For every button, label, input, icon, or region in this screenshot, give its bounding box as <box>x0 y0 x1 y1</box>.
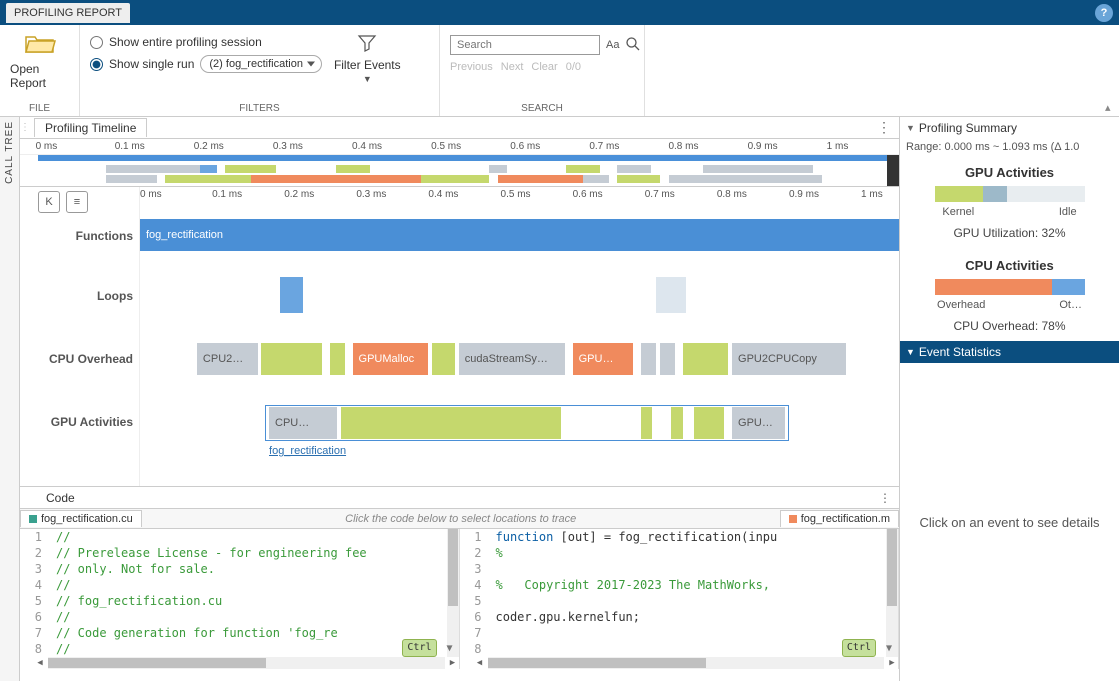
hscrollbar[interactable]: ◀▶ <box>488 657 885 669</box>
code-pane-cu[interactable]: 12345678 // // Prerelease License - for … <box>20 529 460 669</box>
filter-events-button[interactable]: Filter Events ▼ <box>334 33 401 84</box>
folder-open-icon <box>24 31 56 58</box>
chevron-down-icon: ▼ <box>363 74 372 84</box>
ctrl-hint: Ctrl <box>402 639 436 657</box>
search-section-label: SEARCH <box>450 99 634 116</box>
cpu-overhead-block[interactable] <box>683 343 729 375</box>
cpu-activities-bar <box>935 279 1085 295</box>
cpu-overhead-block[interactable] <box>660 343 675 375</box>
show-session-radio[interactable]: Show entire profiling session <box>90 35 322 49</box>
tab-file-cu[interactable]: fog_rectification.cu <box>20 510 142 527</box>
row-label-cpu-overhead: CPU Overhead <box>49 352 133 366</box>
gpu-activity-block[interactable] <box>671 407 682 439</box>
drag-handle-icon[interactable]: ⋮⋮ <box>20 122 30 133</box>
open-report-label: Open Report <box>10 62 69 90</box>
cpu-overhead-block[interactable]: CPU2… <box>197 343 258 375</box>
cpu-overhead-metric: CPU Overhead: 78% <box>900 319 1119 333</box>
cpu-overhead-block[interactable]: cudaStreamSy… <box>459 343 565 375</box>
code-panel-title: Code <box>20 491 85 505</box>
row-label-functions: Functions <box>76 229 133 243</box>
run-select[interactable]: (2) fog_rectification <box>200 55 322 73</box>
cpu-overhead-block[interactable] <box>641 343 656 375</box>
search-counter: 0/0 <box>566 61 581 73</box>
chevron-down-icon: ▼ <box>906 347 915 357</box>
code-more-icon[interactable]: ⋮ <box>871 491 899 505</box>
loop-block[interactable] <box>674 277 686 313</box>
event-details-placeholder: Click on an event to see details <box>900 363 1119 681</box>
file-marker-icon <box>789 515 797 523</box>
gpu-activity-block[interactable]: GPU… <box>732 407 785 439</box>
event-statistics-header[interactable]: ▼Event Statistics <box>900 341 1119 363</box>
search-icon[interactable] <box>625 36 641 55</box>
gpu-activity-block[interactable] <box>641 407 652 439</box>
match-case-toggle[interactable]: Aa <box>606 39 619 51</box>
show-single-label: Show single run <box>109 57 194 71</box>
cpu-overhead-block[interactable]: GPUMalloc <box>353 343 429 375</box>
scroll-down-icon[interactable]: ▼ <box>446 641 452 657</box>
show-session-label: Show entire profiling session <box>109 35 262 49</box>
timeline-overview[interactable] <box>20 155 899 187</box>
filter-events-label: Filter Events <box>334 58 401 72</box>
function-block[interactable]: fog_rectification <box>140 219 899 251</box>
cpu-overhead-block[interactable] <box>261 343 322 375</box>
cpu-overhead-block[interactable]: GPU2CPUCopy <box>732 343 846 375</box>
gpu-activity-block[interactable] <box>694 407 724 439</box>
search-input[interactable] <box>450 35 600 55</box>
code-pane-m[interactable]: 12345678 function [out] = fog_rectificat… <box>460 529 900 669</box>
app-title: PROFILING REPORT <box>6 3 130 23</box>
funnel-icon <box>357 33 377 56</box>
list-view-toggle[interactable]: ≡ <box>66 191 88 213</box>
search-next[interactable]: Next <box>501 61 524 73</box>
legend-kernel: Kernel <box>942 206 974 218</box>
call-tree-panel-collapsed[interactable]: CALL TREE <box>0 117 20 681</box>
gpu-activities-title: GPU Activities <box>900 165 1119 180</box>
vscrollbar[interactable] <box>886 529 898 657</box>
row-label-loops: Loops <box>97 289 133 303</box>
help-button[interactable]: ? <box>1095 4 1113 22</box>
cpu-activities-title: CPU Activities <box>900 258 1119 273</box>
gpu-utilization-metric: GPU Utilization: 32% <box>900 226 1119 240</box>
loop-block[interactable] <box>280 277 303 313</box>
search-prev[interactable]: Previous <box>450 61 493 73</box>
legend-overhead: Overhead <box>937 299 985 311</box>
collapse-toolstrip-icon[interactable]: ▴ <box>1103 99 1119 116</box>
search-clear[interactable]: Clear <box>531 61 557 73</box>
filters-section-label: FILTERS <box>90 99 429 116</box>
gpu-activity-block[interactable]: CPU… <box>269 407 337 439</box>
tab-file-m[interactable]: fog_rectification.m <box>780 510 899 527</box>
show-single-radio[interactable]: Show single run (2) fog_rectification <box>90 55 322 73</box>
vscrollbar[interactable] <box>447 529 459 657</box>
gpu-activities-bar <box>935 186 1085 202</box>
overview-ruler[interactable]: 0 ms 0.1 ms 0.2 ms 0.3 ms 0.4 ms 0.5 ms … <box>20 139 899 155</box>
cpu-overhead-block[interactable] <box>330 343 345 375</box>
ctrl-hint: Ctrl <box>842 639 876 657</box>
profiling-summary-header[interactable]: ▼Profiling Summary <box>900 117 1119 139</box>
code-hint: Click the code below to select locations… <box>142 513 780 525</box>
panel-more-icon[interactable]: ⋮ <box>869 119 899 136</box>
range-text: Range: 0.000 ms ~ 1.093 ms (Δ 1.0 <box>900 139 1119 155</box>
file-section-label: FILE <box>10 99 69 116</box>
tab-profiling-timeline[interactable]: Profiling Timeline <box>34 118 147 137</box>
cpu-overhead-block[interactable]: GPU… <box>573 343 634 375</box>
legend-idle: Idle <box>1059 206 1077 218</box>
kernel-view-toggle[interactable]: K <box>38 191 60 213</box>
call-tree-label: CALL TREE <box>4 121 15 184</box>
chevron-down-icon: ▼ <box>906 123 915 133</box>
row-label-gpu-activities: GPU Activities <box>51 415 133 429</box>
gpu-wrap-label[interactable]: fog_rectification <box>269 445 346 457</box>
file-marker-icon <box>29 515 37 523</box>
cpu-overhead-block[interactable] <box>432 343 455 375</box>
legend-other: Ot… <box>1059 299 1082 311</box>
open-report-button[interactable]: Open Report <box>10 31 69 90</box>
gpu-activity-block[interactable] <box>341 407 561 439</box>
hscrollbar[interactable]: ◀▶ <box>48 657 445 669</box>
timeline-ruler[interactable]: 0 ms 0.1 ms 0.2 ms 0.3 ms 0.4 ms 0.5 ms … <box>140 187 899 203</box>
scroll-down-icon[interactable]: ▼ <box>886 641 892 657</box>
